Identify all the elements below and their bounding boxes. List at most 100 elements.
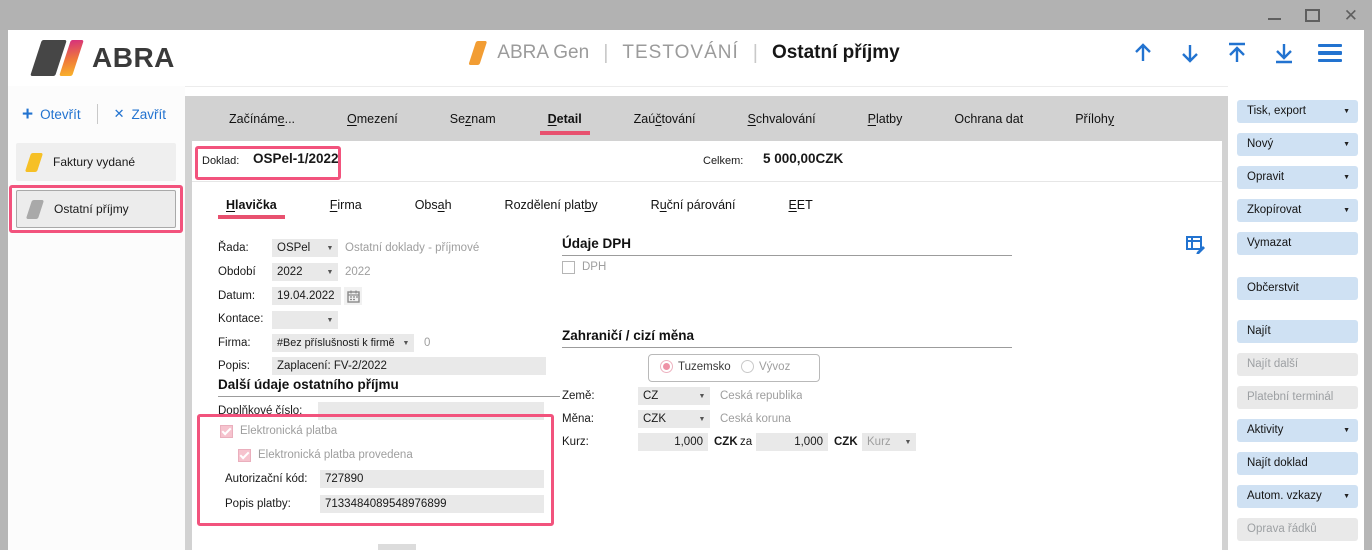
plus-icon: +: [22, 105, 33, 124]
subtab-rozdeleni-platby[interactable]: Rozdělení platby: [502, 198, 601, 212]
firma-dropdown[interactable]: #Bez příslušnosti k firmě▼: [272, 334, 414, 352]
open-button[interactable]: Otevřít: [40, 107, 81, 122]
datum-input[interactable]: 19.04.2022: [272, 287, 341, 305]
domestic-export-radiogroup: [648, 354, 820, 382]
chevron-down-icon: ▼: [398, 340, 414, 347]
mena-label: Měna:: [562, 413, 594, 425]
page-title: Ostatní příjmy: [772, 42, 900, 64]
window-controls: ✕: [1268, 0, 1358, 30]
firma-desc: 0: [424, 337, 430, 349]
subtab-rucni-parovani[interactable]: Ruční párování: [648, 198, 739, 212]
kurz-unit2: CZK: [834, 436, 858, 448]
action-najit[interactable]: Najít: [1237, 320, 1358, 343]
tab-seznam[interactable]: Seznam: [447, 112, 499, 126]
arrow-down-icon[interactable]: [1177, 40, 1203, 66]
calendar-icon[interactable]: [344, 287, 362, 305]
obdobi-desc: 2022: [345, 266, 371, 278]
subtab-firma[interactable]: Firma: [327, 198, 365, 212]
celkem-label: Celkem:: [703, 155, 743, 167]
sidebar-item-label: Faktury vydané: [53, 155, 135, 169]
popis-input[interactable]: Zaplacení: FV-2/2022: [272, 357, 546, 375]
sidebar-item-label: Ostatní příjmy: [54, 202, 129, 216]
foreign-section-title: Zahraničí / cizí měna: [562, 328, 694, 343]
doklad-label: Doklad:: [202, 155, 239, 167]
environment-label: TESTOVÁNÍ: [622, 42, 738, 64]
section-divider: [218, 396, 560, 397]
subtab-eet[interactable]: EET: [785, 198, 815, 212]
obdobi-dropdown[interactable]: 2022▼: [272, 263, 338, 281]
dph-checkbox[interactable]: [562, 261, 575, 274]
sidebar-toolbar: + Otevřít ✕ Zavřít: [22, 104, 166, 124]
chevron-down-icon: ▼: [1343, 485, 1350, 508]
yellow-slash-icon: [25, 153, 43, 172]
chevron-down-icon: ▼: [1343, 166, 1350, 189]
app-name: ABRA Gen: [497, 42, 589, 64]
vyvoz-radio[interactable]: [741, 360, 754, 373]
arrow-to-bottom-icon[interactable]: [1271, 40, 1297, 66]
autorizacni-kod-label: Autorizační kód:: [225, 473, 307, 485]
datum-label: Datum:: [218, 290, 255, 302]
elektronicka-platba-checkbox: [220, 425, 233, 438]
tuzemsko-radio[interactable]: [660, 360, 673, 373]
subtab-hlavicka[interactable]: Hlavička: [223, 198, 280, 212]
tab-ochrana-dat[interactable]: Ochrana dat: [951, 112, 1026, 126]
section-divider: [562, 347, 1012, 348]
separator: |: [603, 42, 608, 65]
sidebar-divider: [185, 96, 192, 550]
arrow-up-icon[interactable]: [1130, 40, 1156, 66]
menu-icon[interactable]: [1318, 44, 1342, 63]
action-vymazat[interactable]: Vymazat: [1237, 232, 1358, 255]
kurz-value2-input[interactable]: 1,000: [756, 433, 828, 451]
close-button[interactable]: Zavřít: [132, 107, 167, 122]
celkem-value: 5 000,00CZK: [763, 151, 843, 166]
dph-checkbox-label: DPH: [582, 261, 606, 273]
action-autom-vzkazy[interactable]: Autom. vzkazy▼: [1237, 485, 1358, 508]
tab-omezeni[interactable]: Omezení: [344, 112, 401, 126]
dph-section-title: Údaje DPH: [562, 236, 631, 251]
chevron-down-icon: ▼: [1343, 100, 1350, 123]
rada-desc: Ostatní doklady - příjmové: [345, 242, 543, 254]
kontace-dropdown[interactable]: ▼: [272, 311, 338, 329]
tab-zauctovani[interactable]: Zaúčtování: [631, 112, 699, 126]
header-nav-icons: [1130, 40, 1342, 66]
action-zkopirovat[interactable]: Zkopírovat▼: [1237, 199, 1358, 222]
mena-dropdown[interactable]: CZK▼: [638, 410, 710, 428]
kontace-label: Kontace:: [218, 313, 263, 325]
action-novy[interactable]: Nový▼: [1237, 133, 1358, 156]
header-breadcrumb: ABRA Gen | TESTOVÁNÍ | Ostatní příjmy: [472, 41, 899, 65]
sidebar-item-faktury-vydane[interactable]: Faktury vydané: [16, 143, 176, 181]
action-aktivity[interactable]: Aktivity▼: [1237, 419, 1358, 442]
detail-subtabs: Hlavička Firma Obsah Rozdělení platby Ruční …: [192, 182, 1222, 228]
rada-dropdown[interactable]: OSPel▼: [272, 239, 338, 257]
zeme-dropdown[interactable]: CZ▼: [638, 387, 710, 405]
kurz-value1-input[interactable]: 1,000: [638, 433, 708, 451]
kurz-mode-dropdown[interactable]: Kurz▼: [862, 433, 916, 451]
action-opravit[interactable]: Opravit▼: [1237, 166, 1358, 189]
chevron-down-icon: ▼: [694, 393, 710, 400]
tab-detail[interactable]: Detail: [545, 112, 585, 126]
chevron-down-icon: ▼: [1343, 133, 1350, 156]
edit-layout-icon[interactable]: [1186, 236, 1206, 259]
bottom-stub: [378, 544, 416, 550]
sidebar-item-ostatni-prijmy[interactable]: Ostatní příjmy: [16, 190, 176, 228]
zeme-label: Země:: [562, 390, 595, 402]
minimize-icon[interactable]: [1268, 18, 1281, 20]
doplnkove-input[interactable]: [318, 402, 544, 420]
action-obcerstvit[interactable]: Občerstvit: [1237, 277, 1358, 300]
action-platebni-terminal: Platební terminál: [1237, 386, 1358, 409]
tab-platby[interactable]: Platby: [865, 112, 906, 126]
section-title-dalsi-udaje: Další údaje ostatního příjmu: [218, 377, 399, 392]
kurz-label: Kurz:: [562, 436, 589, 448]
tab-schvalovani[interactable]: Schvalování: [745, 112, 819, 126]
close-icon[interactable]: ✕: [1344, 7, 1358, 24]
maximize-icon[interactable]: [1305, 9, 1320, 22]
action-najit-doklad[interactable]: Najít doklad: [1237, 452, 1358, 475]
autorizacni-kod-input[interactable]: 727890: [320, 470, 544, 488]
subtab-obsah[interactable]: Obsah: [412, 198, 455, 212]
action-tisk-export[interactable]: Tisk, export▼: [1237, 100, 1358, 123]
tab-zaciname[interactable]: Začínáme...: [226, 112, 298, 126]
tab-prilohy[interactable]: Přílohy: [1072, 112, 1117, 126]
popis-platby-input[interactable]: 7133484089548976899: [320, 495, 544, 513]
arrow-to-top-icon[interactable]: [1224, 40, 1250, 66]
chevron-down-icon: ▼: [1343, 419, 1350, 442]
